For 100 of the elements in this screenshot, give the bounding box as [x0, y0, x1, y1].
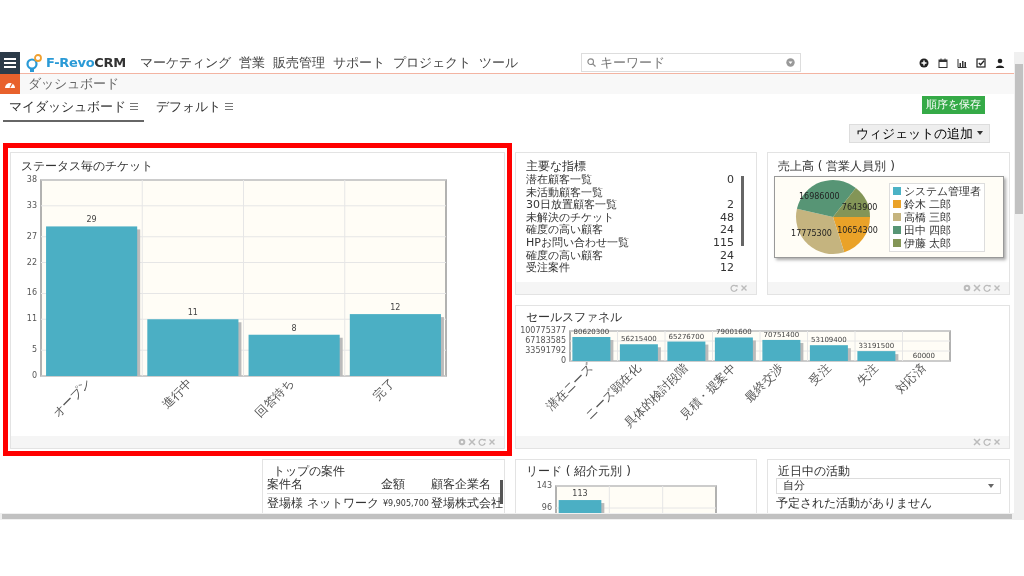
dropdown-circle-icon[interactable] [786, 58, 795, 67]
legend-swatch [892, 200, 901, 208]
nav-menu-item[interactable]: ツール [478, 52, 518, 73]
refresh-icon[interactable] [730, 284, 738, 292]
legend-label: システム管理者 [903, 184, 981, 198]
axis-tick-label: 67183585 [525, 336, 566, 345]
add-widget-button[interactable]: ウィジェットの追加 [849, 123, 990, 143]
widget-title: 主要な指標 [525, 158, 587, 173]
close-icon[interactable] [488, 438, 496, 446]
list-icon [225, 102, 233, 110]
nav-menu-item[interactable]: 営業 [238, 52, 265, 73]
axis-tick-label: 11 [26, 314, 37, 324]
widget-title: 近日中の活動 [777, 463, 851, 478]
close-icon[interactable] [993, 438, 1001, 446]
user-icon[interactable] [995, 57, 1005, 68]
metric-label[interactable]: 確度の高い顧客 [526, 249, 704, 263]
horizontal-scrollbar[interactable] [0, 513, 1024, 520]
metric-label[interactable]: 30日放置顧客一覧 [526, 199, 704, 212]
table-cell-text: ¥9,905,700 [382, 498, 430, 510]
axis-tick-label: 22 [26, 257, 37, 267]
close-icon[interactable] [993, 284, 1001, 292]
bar [857, 351, 899, 361]
checkbox-icon[interactable] [976, 57, 986, 68]
category-label: 完了 [370, 376, 398, 404]
refresh-icon[interactable] [983, 438, 991, 446]
logo-text[interactable]: F-RevoCRM [46, 52, 126, 73]
legend-swatch [892, 213, 901, 221]
list-icon [130, 102, 138, 110]
legend-label: 鈴木 二郎 [903, 197, 951, 211]
caret-icon [977, 131, 983, 135]
category-label: 回答待ち [252, 376, 297, 421]
bar [558, 500, 605, 513]
bar [762, 339, 804, 361]
axis-tick-label: 0 [31, 371, 37, 380]
metric-count: 2 [726, 199, 734, 212]
metric-count: 48 [719, 211, 734, 225]
legend-label: 伊藤 太郎 [903, 236, 951, 250]
caret-icon [988, 484, 994, 488]
refresh-icon[interactable] [478, 438, 486, 446]
page-title: ダッシュボード [28, 75, 119, 94]
metric-count: 24 [719, 249, 734, 263]
empty-message: 予定された活動がありません [776, 497, 933, 510]
search-icon [587, 58, 596, 67]
bar [809, 345, 851, 361]
metric-label[interactable]: HPお問い合わせ一覧 [526, 236, 704, 250]
dashboard-tab[interactable]: マイダッシュボード [3, 96, 144, 122]
expand-icon[interactable] [973, 284, 981, 292]
widget-title: ステータス毎のチケット [20, 158, 154, 174]
table-cell[interactable]: 登場様 ネットワーク [267, 497, 381, 510]
menu-icon [4, 57, 16, 68]
category-label: 受注 [806, 361, 834, 389]
legend-swatch [892, 187, 901, 195]
legend-swatch [892, 226, 901, 234]
value-label: 11 [187, 308, 198, 318]
widget-title: セールスファネル [525, 309, 623, 324]
settings-icon[interactable] [458, 438, 466, 446]
widget-title: リード ( 紹介元別 ) [525, 463, 632, 478]
column-header: 案件名 [267, 478, 303, 491]
close-icon[interactable] [740, 284, 748, 292]
menu-button[interactable] [0, 52, 20, 74]
bar [619, 344, 661, 361]
axis-tick-label: 33591792 [525, 346, 566, 355]
plus-circle-icon[interactable] [919, 57, 929, 68]
refresh-icon[interactable] [983, 284, 991, 292]
nav-menu-item[interactable]: 販売管理 [272, 52, 325, 73]
scrollbar[interactable] [1014, 52, 1024, 513]
axis-tick-label: 33 [26, 200, 37, 210]
bar [667, 341, 709, 361]
metric-label[interactable]: 未解決のチケット [526, 211, 704, 225]
nav-menu-item[interactable]: プロジェクト [392, 52, 471, 73]
category-label: 対応済 [893, 361, 929, 397]
expand-icon[interactable] [468, 438, 476, 446]
scrollbar-thumb[interactable] [741, 176, 744, 246]
bar [714, 337, 756, 361]
value-label: 8 [291, 323, 297, 333]
expand-icon[interactable] [973, 438, 981, 446]
calendar-icon[interactable] [938, 57, 948, 68]
metric-label[interactable]: 受注案件 [526, 262, 704, 275]
bar-chart-icon[interactable] [957, 57, 967, 68]
axis-tick-label: 143 [536, 481, 552, 490]
axis-tick-label: 27 [26, 231, 37, 241]
axis-tick-label: 100775377 [520, 326, 566, 335]
widget-title: 売上高 ( 営業人員別 ) [777, 158, 896, 174]
settings-icon[interactable] [963, 284, 971, 292]
metric-label[interactable]: 確度の高い顧客 [526, 224, 704, 237]
value-label: 12 [390, 303, 401, 313]
category-label: 最終交渉 [742, 361, 786, 406]
category-label: 進行中 [159, 376, 195, 412]
dashboard-tab[interactable]: デフォルト [150, 96, 239, 122]
search-bar[interactable]: キーワード [581, 53, 801, 72]
filter-select[interactable]: 自分 [776, 478, 1001, 494]
value-label: 29 [86, 215, 97, 225]
nav-menu-item[interactable]: マーケティング [139, 52, 231, 73]
widget-title: トップの案件 [273, 463, 346, 478]
metric-label[interactable]: 未活動顧客一覧 [526, 186, 734, 200]
logo-icon[interactable] [26, 53, 42, 72]
legend-label: 田中 四郎 [903, 223, 951, 237]
metric-label[interactable]: 潜在顧客一覧 [526, 174, 704, 187]
nav-menu-item[interactable]: サポート [332, 52, 385, 73]
column-header: 顧客企業名 [431, 478, 492, 491]
